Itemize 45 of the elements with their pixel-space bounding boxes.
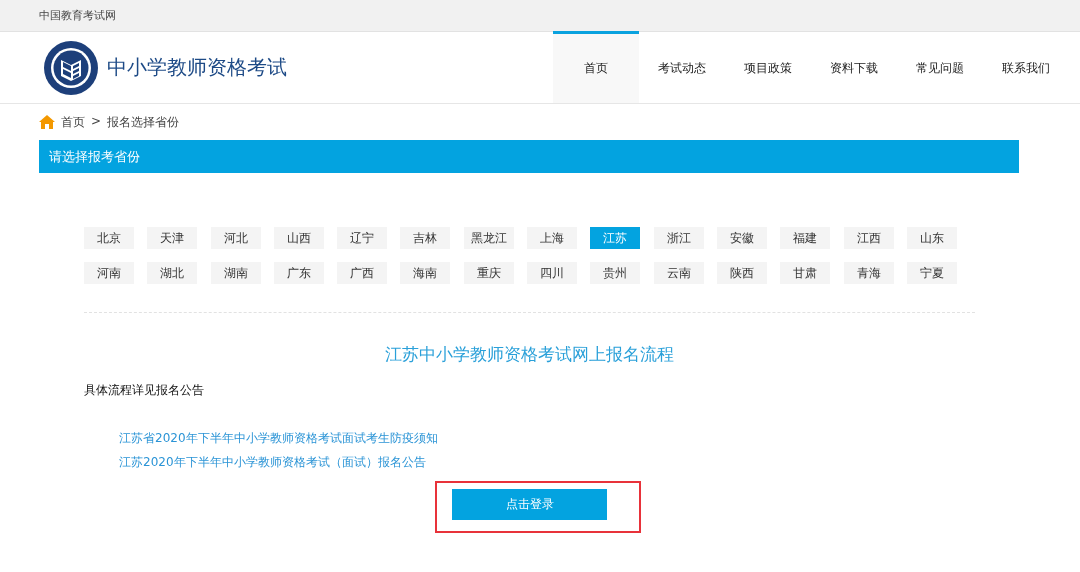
nav-tab[interactable]: 项目政策 [725, 31, 811, 103]
province-button[interactable]: 北京 [84, 227, 134, 249]
province-button[interactable]: 浙江 [653, 227, 704, 249]
province-button[interactable]: 宁夏 [906, 262, 957, 284]
province-button[interactable]: 湖北 [147, 262, 198, 284]
province-button[interactable]: 山东 [906, 227, 957, 249]
province-button[interactable]: 山西 [273, 227, 324, 249]
province-button[interactable]: 安徽 [716, 227, 767, 249]
province-button[interactable]: 贵州 [590, 262, 641, 284]
notice-link[interactable]: 江苏省2020年下半年中小学教师资格考试面试考生防疫须知 [119, 430, 438, 447]
province-button[interactable]: 海南 [400, 262, 451, 284]
nav-tab[interactable]: 考试动态 [639, 31, 725, 103]
province-button[interactable]: 四川 [527, 262, 578, 284]
province-button[interactable]: 河北 [210, 227, 261, 249]
section-header: 请选择报考省份 [39, 140, 1019, 173]
province-button[interactable]: 江西 [843, 227, 894, 249]
site-title: 中小学教师资格考试 [107, 54, 287, 81]
breadcrumb-link[interactable]: 报名选择省份 [107, 113, 180, 131]
province-button[interactable]: 河南 [84, 262, 134, 284]
province-button[interactable]: 天津 [147, 227, 198, 249]
province-button[interactable]: 上海 [527, 227, 578, 249]
province-button[interactable]: 广东 [273, 262, 324, 284]
site-name[interactable]: 中国教育考试网 [39, 0, 116, 31]
note-text: 具体流程详见报名公告 [84, 382, 205, 399]
home-icon [39, 115, 55, 129]
process-heading: 江苏中小学教师资格考试网上报名流程 [383, 343, 675, 366]
province-button[interactable]: 甘肃 [780, 262, 831, 284]
nav-tab[interactable]: 资料下载 [811, 31, 897, 103]
notice-link[interactable]: 江苏2020年下半年中小学教师资格考试（面试）报名公告 [119, 454, 426, 471]
breadcrumb-link[interactable]: 首页 [61, 113, 85, 131]
province-button[interactable]: 云南 [653, 262, 704, 284]
province-button[interactable]: 福建 [780, 227, 831, 249]
province-button[interactable]: 辽宁 [337, 227, 388, 249]
logo-icon [43, 39, 99, 96]
province-button[interactable]: 重庆 [463, 262, 514, 284]
province-button[interactable]: 陕西 [716, 262, 767, 284]
nav-tab[interactable]: 首页 [553, 31, 639, 103]
nav-tab[interactable]: 常见问题 [897, 31, 983, 103]
province-button[interactable]: 黑龙江 [463, 227, 514, 249]
province-button[interactable]: 吉林 [400, 227, 451, 249]
breadcrumb-separator: > [91, 113, 102, 130]
province-button[interactable]: 广西 [337, 262, 388, 284]
province-button[interactable]: 青海 [843, 262, 894, 284]
province-button[interactable]: 湖南 [210, 262, 261, 284]
nav-tab[interactable]: 联系我们 [983, 31, 1069, 103]
